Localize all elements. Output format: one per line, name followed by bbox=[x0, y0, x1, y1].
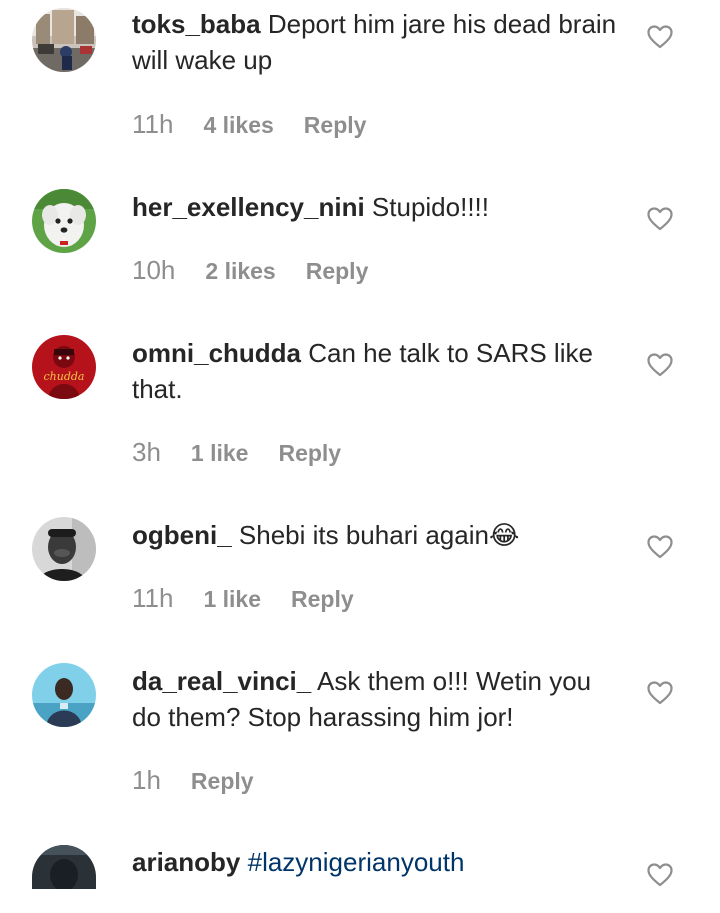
white-dog-avatar-icon bbox=[32, 189, 96, 253]
reply-button[interactable]: Reply bbox=[306, 255, 369, 287]
man-portrait-avatar-icon bbox=[32, 517, 96, 581]
comment-body: da_real_vinci_ Ask them o!!! Wetin you d… bbox=[132, 663, 622, 735]
avatar[interactable] bbox=[32, 8, 96, 72]
heart-icon[interactable] bbox=[647, 535, 673, 559]
comment-body: arianoby #lazynigerianyouth bbox=[132, 844, 622, 880]
avatar[interactable]: chudda bbox=[32, 335, 96, 399]
comments-list: toks_baba Deport him jare his dead brain… bbox=[0, 0, 720, 913]
comment-username[interactable]: omni_chudda bbox=[132, 338, 301, 368]
comment-time: 11h bbox=[132, 583, 174, 613]
comment-text: Stupido!!!! bbox=[371, 192, 489, 222]
reply-button[interactable]: Reply bbox=[191, 765, 254, 797]
svg-text:chudda: chudda bbox=[44, 370, 85, 383]
reply-button[interactable]: Reply bbox=[304, 109, 367, 141]
reply-button[interactable]: Reply bbox=[278, 437, 341, 469]
likes-count[interactable]: 4 likes bbox=[203, 109, 273, 141]
avatar[interactable] bbox=[32, 845, 96, 889]
street-scene-avatar-icon bbox=[32, 8, 96, 72]
comment-meta: 1h Reply bbox=[132, 764, 284, 796]
comment-username[interactable]: her_exellency_nini bbox=[132, 192, 365, 222]
comment-meta: 3h 1 like Reply bbox=[132, 436, 371, 468]
avatar[interactable] bbox=[32, 517, 96, 581]
comment-time: 3h bbox=[132, 437, 161, 467]
likes-count[interactable]: 1 like bbox=[203, 583, 261, 615]
comment-time: 11h bbox=[132, 109, 174, 139]
comment-username[interactable]: ogbeni_ bbox=[132, 520, 232, 550]
heart-icon[interactable] bbox=[647, 863, 673, 887]
comment-body: her_exellency_nini Stupido!!!! bbox=[132, 189, 622, 225]
person-portrait-avatar-icon bbox=[32, 663, 96, 727]
comment-body: toks_baba Deport him jare his dead brain… bbox=[132, 6, 622, 78]
comment-meta: 11h 1 like Reply bbox=[132, 582, 384, 614]
comment-body: ogbeni_ Shebi its buhari again😂 bbox=[132, 517, 622, 553]
comment-username[interactable]: da_real_vinci_ bbox=[132, 666, 311, 696]
dark-portrait-avatar-icon bbox=[32, 845, 96, 889]
comment-body: omni_chudda Can he talk to SARS like tha… bbox=[132, 335, 622, 407]
comment-time: 1h bbox=[132, 765, 161, 795]
heart-icon[interactable] bbox=[647, 353, 673, 377]
heart-icon[interactable] bbox=[647, 25, 673, 49]
comment-text: Shebi its buhari again😂 bbox=[238, 520, 520, 550]
comment-meta: 11h 4 likes Reply bbox=[132, 108, 396, 140]
likes-count[interactable]: 1 like bbox=[191, 437, 249, 469]
comment-time: 10h bbox=[132, 255, 176, 285]
comment-username[interactable]: toks_baba bbox=[132, 9, 261, 39]
avatar[interactable] bbox=[32, 663, 96, 727]
heart-icon[interactable] bbox=[647, 681, 673, 705]
hashtag-link[interactable]: #lazynigerianyouth bbox=[248, 847, 465, 877]
avatar[interactable] bbox=[32, 189, 96, 253]
comment-username[interactable]: arianoby bbox=[132, 847, 240, 877]
chudda-logo-avatar-icon: chudda bbox=[32, 335, 96, 399]
reply-button[interactable]: Reply bbox=[291, 583, 354, 615]
comment-meta: 10h 2 likes Reply bbox=[132, 254, 398, 286]
heart-icon[interactable] bbox=[647, 207, 673, 231]
likes-count[interactable]: 2 likes bbox=[205, 255, 275, 287]
